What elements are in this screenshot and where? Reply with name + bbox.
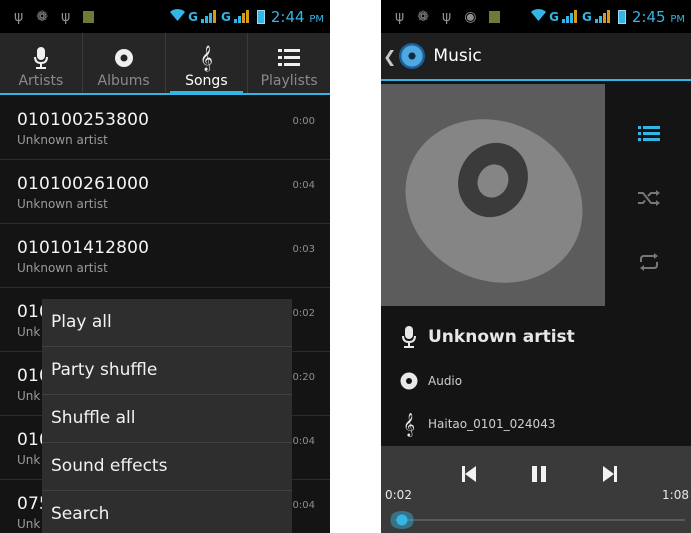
previous-button[interactable]	[449, 464, 489, 484]
song-artist: Unknown artist	[17, 133, 108, 147]
options-menu: Play all Party shuffle Shuffle all Sound…	[42, 299, 292, 533]
disc-icon	[396, 372, 422, 390]
song-duration: 0:20	[292, 372, 315, 383]
list-item[interactable]: 010100253800 Unknown artist 0:00	[0, 96, 330, 160]
action-bar: ❮ Music	[381, 33, 691, 81]
song-duration: 0:02	[292, 308, 315, 319]
tab-songs[interactable]: 𝄞 Songs	[166, 33, 249, 95]
song-duration: 0:04	[292, 500, 315, 511]
library-tabs: Artists Albums 𝄞 Songs Playlists	[0, 33, 330, 95]
network-type-2: G	[221, 9, 231, 24]
android-debug-icon: ❁	[417, 8, 429, 25]
wifi-icon	[531, 8, 547, 25]
status-bar: ψ ❁ ψ G G 2:44 PM	[0, 0, 330, 33]
microphone-icon	[33, 43, 48, 73]
music-note-icon: 𝄞	[403, 412, 415, 436]
now-playing-screen: ψ ❁ ψ ◉ G G 2:45 PM ❮ Music Unknown arti…	[381, 0, 691, 533]
disc-icon	[114, 43, 134, 73]
usb-icon: ψ	[441, 8, 452, 25]
tab-albums[interactable]: Albums	[83, 33, 166, 93]
album-name: Audio	[428, 374, 463, 388]
network-type-2: G	[582, 9, 592, 24]
list-item[interactable]: 010101412800 Unknown artist 0:03	[0, 224, 330, 288]
next-button[interactable]	[590, 464, 630, 484]
signal-icon	[233, 10, 249, 23]
song-duration: 0:03	[292, 244, 315, 255]
repeat-icon	[640, 253, 658, 271]
transport-controls: 0:02 1:08	[381, 446, 691, 533]
status-bar: ψ ❁ ψ ◉ G G 2:45 PM	[381, 0, 691, 33]
menu-item-search[interactable]: Search	[42, 491, 292, 533]
tab-artists[interactable]: Artists	[0, 33, 83, 93]
artist-name: Unknown artist	[428, 327, 575, 347]
total-time: 1:08	[662, 488, 689, 502]
song-artist: Unknown artist	[17, 261, 108, 275]
menu-item-shuffle-all[interactable]: Shuffle all	[42, 395, 292, 443]
album-art	[381, 84, 605, 306]
tab-label: Artists	[18, 73, 64, 89]
elapsed-time: 0:02	[385, 488, 412, 502]
pause-icon	[532, 466, 546, 482]
page-title: Music	[433, 46, 482, 66]
song-title: 010100261000	[17, 174, 150, 194]
song-title: 010100253800	[17, 110, 150, 130]
back-chevron-icon[interactable]: ❮	[383, 47, 396, 66]
image-notification-icon	[489, 10, 501, 23]
next-icon	[603, 466, 617, 482]
menu-item-party-shuffle[interactable]: Party shuffle	[42, 347, 292, 395]
song-duration: 0:04	[292, 436, 315, 447]
microphone-icon	[396, 326, 422, 348]
usb-icon: ψ	[14, 8, 24, 25]
previous-icon	[462, 466, 476, 482]
playlist-button[interactable]	[625, 118, 673, 150]
menu-item-play-all[interactable]: Play all	[42, 299, 292, 347]
artist-row: Unknown artist	[381, 322, 691, 352]
song-artist: Unknown artist	[17, 197, 108, 211]
battery-icon	[617, 9, 626, 24]
music-app-icon[interactable]	[399, 43, 426, 69]
usb-icon: ψ	[60, 8, 71, 25]
tab-playlists[interactable]: Playlists	[248, 33, 330, 93]
pause-button[interactable]	[519, 464, 559, 484]
image-notification-icon	[83, 10, 95, 23]
song-title: 010101412800	[17, 238, 150, 258]
shuffle-button[interactable]	[625, 182, 673, 214]
usb-icon: ψ	[395, 8, 405, 25]
clock: 2:45 PM	[631, 7, 685, 26]
wifi-icon	[170, 8, 186, 25]
tab-label: Playlists	[260, 73, 318, 89]
track-name: Haitao_0101_024043	[428, 417, 556, 431]
signal-icon	[201, 10, 216, 23]
signal-icon	[562, 10, 577, 23]
shuffle-icon	[638, 190, 660, 206]
clock: 2:44 PM	[270, 7, 324, 26]
menu-item-sound-effects[interactable]: Sound effects	[42, 443, 292, 491]
tab-label: Songs	[185, 73, 228, 89]
android-debug-icon: ❁	[36, 8, 48, 25]
playlist-icon	[278, 43, 301, 73]
seek-bar-thumb[interactable]	[389, 511, 415, 529]
songs-screen: ψ ❁ ψ G G 2:44 PM Artists Albums 𝄞 Songs…	[0, 0, 330, 533]
battery-icon	[256, 9, 265, 24]
playlist-icon	[638, 126, 660, 141]
music-playing-icon: ◉	[464, 8, 477, 25]
seek-bar-track[interactable]	[395, 519, 685, 521]
signal-icon	[594, 10, 610, 23]
tab-label: Albums	[97, 73, 150, 89]
song-duration: 0:00	[292, 116, 315, 127]
track-row: 𝄞 Haitao_0101_024043	[381, 411, 691, 437]
song-duration: 0:04	[292, 180, 315, 191]
music-note-icon: 𝄞	[199, 45, 213, 71]
network-type-1: G	[549, 9, 559, 24]
list-item[interactable]: 010100261000 Unknown artist 0:04	[0, 160, 330, 224]
network-type-1: G	[188, 9, 198, 24]
repeat-button[interactable]	[625, 246, 673, 278]
album-row: Audio	[381, 368, 691, 394]
